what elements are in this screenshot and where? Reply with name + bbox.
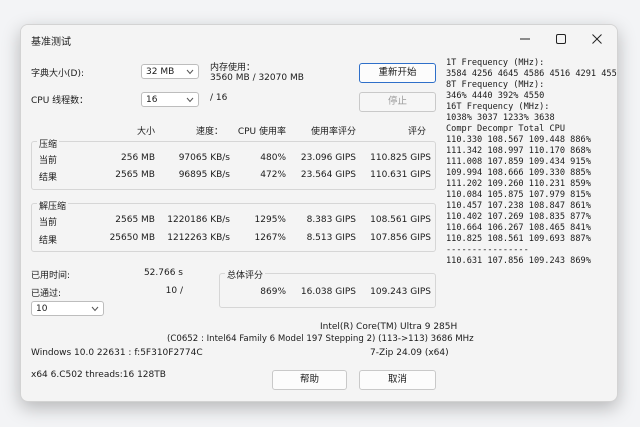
os-info: Windows 10.0 22631 : f:5F310F2774C — [31, 348, 203, 358]
cell-size: 2565 MB — [115, 215, 155, 225]
dict-size-value: 32 MB — [146, 67, 175, 77]
minimize-button[interactable] — [507, 27, 543, 51]
close-button[interactable] — [579, 27, 615, 51]
restart-button[interactable]: 重新开始 — [359, 63, 436, 83]
passes-select-value: 10 — [36, 304, 48, 314]
log-line: 111.008 107.859 109.434 915% — [446, 157, 591, 167]
cell-rating-per-usage: 23.096 GIPS — [300, 153, 356, 163]
header-cpu-usage: CPU 使用率 — [237, 127, 286, 137]
log-line: 110.631 107.856 109.243 869% — [446, 256, 591, 266]
maximize-icon — [556, 34, 566, 44]
cell-rating: 110.631 GIPS — [370, 170, 431, 180]
help-button[interactable]: 帮助 — [272, 370, 347, 390]
cancel-button[interactable]: 取消 — [359, 370, 436, 390]
cell-speed: 1220186 KB/s — [167, 215, 230, 225]
total-rating-per-usage: 16.038 GIPS — [300, 287, 356, 297]
chevron-down-icon — [91, 306, 99, 312]
cell-size: 2565 MB — [115, 170, 155, 180]
log-line: 1038% 3037 1233% 3638 — [446, 113, 555, 123]
log-line: 111.342 108.997 110.170 868% — [446, 146, 591, 156]
cell-usage: 480% — [260, 153, 286, 163]
dict-size-label: 字典大小(D): — [31, 69, 84, 79]
log-line: 3584 4256 4645 4586 4516 4291 4550 — [446, 69, 618, 79]
passes-label: 已通过: — [31, 289, 62, 299]
cell-speed: 1212263 KB/s — [167, 233, 230, 243]
log-line: 110.084 105.875 107.979 815% — [446, 190, 591, 200]
log-line: 110.457 107.238 108.847 861% — [446, 201, 591, 211]
build-info: x64 6.C502 threads:16 128TB — [31, 370, 166, 380]
passes-value: 10 / — [165, 286, 183, 296]
total-usage: 869% — [260, 287, 286, 297]
header-rating-per-usage: 使用率评分 — [310, 127, 356, 137]
cell-rating-per-usage: 8.513 GIPS — [306, 233, 356, 243]
log-line: 346% 4440 392% 4550 — [446, 91, 545, 101]
cpu-details: (C0652 : Intel64 Family 6 Model 197 Step… — [167, 334, 474, 344]
log-line: 110.402 107.269 108.835 877% — [446, 212, 591, 222]
cpu-threads-select[interactable]: 16 — [141, 92, 199, 107]
log-line: 16T Frequency (MHz): — [446, 102, 550, 112]
row-label: 结果 — [39, 236, 58, 246]
compress-label: 压缩 — [37, 137, 60, 150]
cell-rating-per-usage: 23.564 GIPS — [300, 170, 356, 180]
maximize-button[interactable] — [543, 27, 579, 51]
cell-size: 256 MB — [121, 153, 155, 163]
cell-speed: 96895 KB/s — [178, 170, 230, 180]
cell-size: 25650 MB — [109, 233, 155, 243]
benchmark-window: 基准测试 字典大小(D): 32 MB 内存使用： 3560 MB / 3207… — [20, 24, 618, 402]
cpu-name: Intel(R) Core(TM) Ultra 9 285H — [320, 322, 458, 332]
decompress-label: 解压缩 — [37, 199, 69, 212]
compress-group — [31, 141, 436, 190]
log-separator: ---------------- — [446, 245, 529, 255]
log-line: 110.330 108.567 109.448 886% — [446, 135, 591, 145]
frequency-log-panel: 1T Frequency (MHz): 3584 4256 4645 4586 … — [446, 58, 617, 298]
minimize-icon — [520, 38, 530, 40]
cpu-threads-value: 16 — [146, 95, 158, 105]
log-line: 110.664 106.267 108.465 841% — [446, 223, 591, 233]
window-title: 基准测试 — [31, 37, 71, 48]
elapsed-time-value: 52.766 s — [143, 268, 183, 278]
memory-usage-value: 3560 MB / 32070 MB — [210, 73, 304, 83]
cell-usage: 1295% — [254, 215, 286, 225]
total-rating-value: 109.243 GIPS — [370, 287, 431, 297]
header-size: 大小 — [136, 127, 155, 137]
log-line: 111.202 109.260 110.231 859% — [446, 179, 591, 189]
row-label: 结果 — [39, 173, 58, 183]
log-line: 109.994 108.666 109.330 885% — [446, 168, 591, 178]
chevron-down-icon — [186, 97, 194, 103]
header-rating: 评分 — [407, 127, 426, 137]
header-speed: 速度： — [195, 127, 223, 137]
log-line: Compr Decompr Total CPU — [446, 124, 565, 134]
stop-button[interactable]: 停止 — [359, 92, 436, 112]
title-bar: 基准测试 — [21, 25, 617, 53]
total-rating-label: 总体评分 — [225, 268, 266, 281]
close-icon — [592, 34, 602, 44]
zip-version: 7-Zip 24.09 (x64) — [370, 348, 449, 358]
cpu-threads-label: CPU 线程数： — [31, 96, 89, 106]
cell-rating: 108.561 GIPS — [370, 215, 431, 225]
cell-rating: 107.856 GIPS — [370, 233, 431, 243]
chevron-down-icon — [186, 69, 194, 75]
cell-speed: 97065 KB/s — [178, 153, 230, 163]
elapsed-time-label: 已用时间: — [31, 271, 71, 281]
memory-usage-label: 内存使用： — [210, 63, 256, 73]
log-line: 110.825 108.561 109.693 887% — [446, 234, 591, 244]
row-label: 当前 — [39, 156, 58, 166]
decompress-group — [31, 203, 436, 252]
cell-usage: 472% — [260, 170, 286, 180]
cell-rating: 110.825 GIPS — [370, 153, 431, 163]
dict-size-select[interactable]: 32 MB — [141, 64, 199, 79]
cell-usage: 1267% — [254, 233, 286, 243]
passes-select[interactable]: 10 — [31, 301, 104, 316]
row-label: 当前 — [39, 218, 58, 228]
log-line: 8T Frequency (MHz): — [446, 80, 545, 90]
log-line: 1T Frequency (MHz): — [446, 58, 545, 68]
cell-rating-per-usage: 8.383 GIPS — [306, 215, 356, 225]
cpu-threads-total: / 16 — [210, 93, 228, 103]
